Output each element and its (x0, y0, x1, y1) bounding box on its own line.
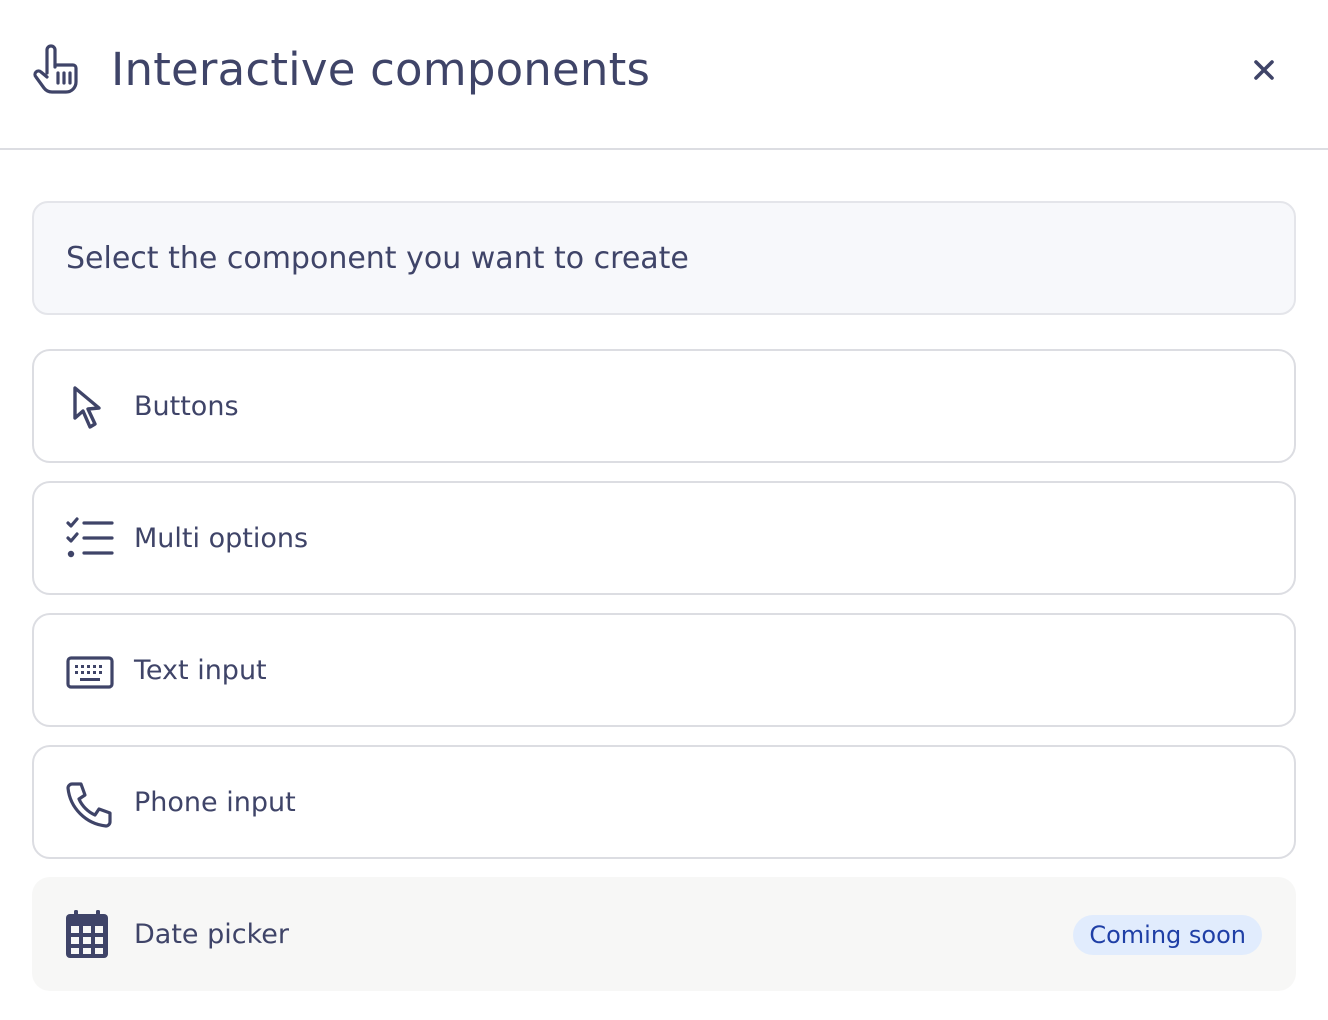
phone-icon (66, 782, 112, 828)
intro-box: Select the component you want to create (32, 201, 1296, 315)
checklist-icon (66, 517, 114, 558)
option-label: Text input (134, 655, 267, 686)
option-multi-options[interactable]: Multi options (32, 481, 1296, 595)
option-label: Date picker (134, 919, 289, 950)
coming-soon-badge: Coming soon (1073, 915, 1262, 955)
calendar-icon (66, 910, 108, 958)
dialog-title: Interactive components (111, 43, 651, 96)
option-date-picker: Date picker Coming soon (32, 877, 1296, 991)
option-text-input[interactable]: Text input (32, 613, 1296, 727)
dialog-header: Interactive components (0, 0, 1328, 150)
cursor-arrow-icon (73, 386, 101, 429)
keyboard-icon (66, 656, 114, 689)
option-buttons[interactable]: Buttons (32, 349, 1296, 463)
intro-text: Select the component you want to create (66, 241, 689, 276)
pointing-hand-icon (33, 44, 78, 94)
option-label: Phone input (134, 787, 296, 818)
option-label: Multi options (134, 523, 309, 554)
option-label: Buttons (134, 391, 239, 422)
close-icon[interactable] (1244, 50, 1284, 90)
option-phone-input[interactable]: Phone input (32, 745, 1296, 859)
